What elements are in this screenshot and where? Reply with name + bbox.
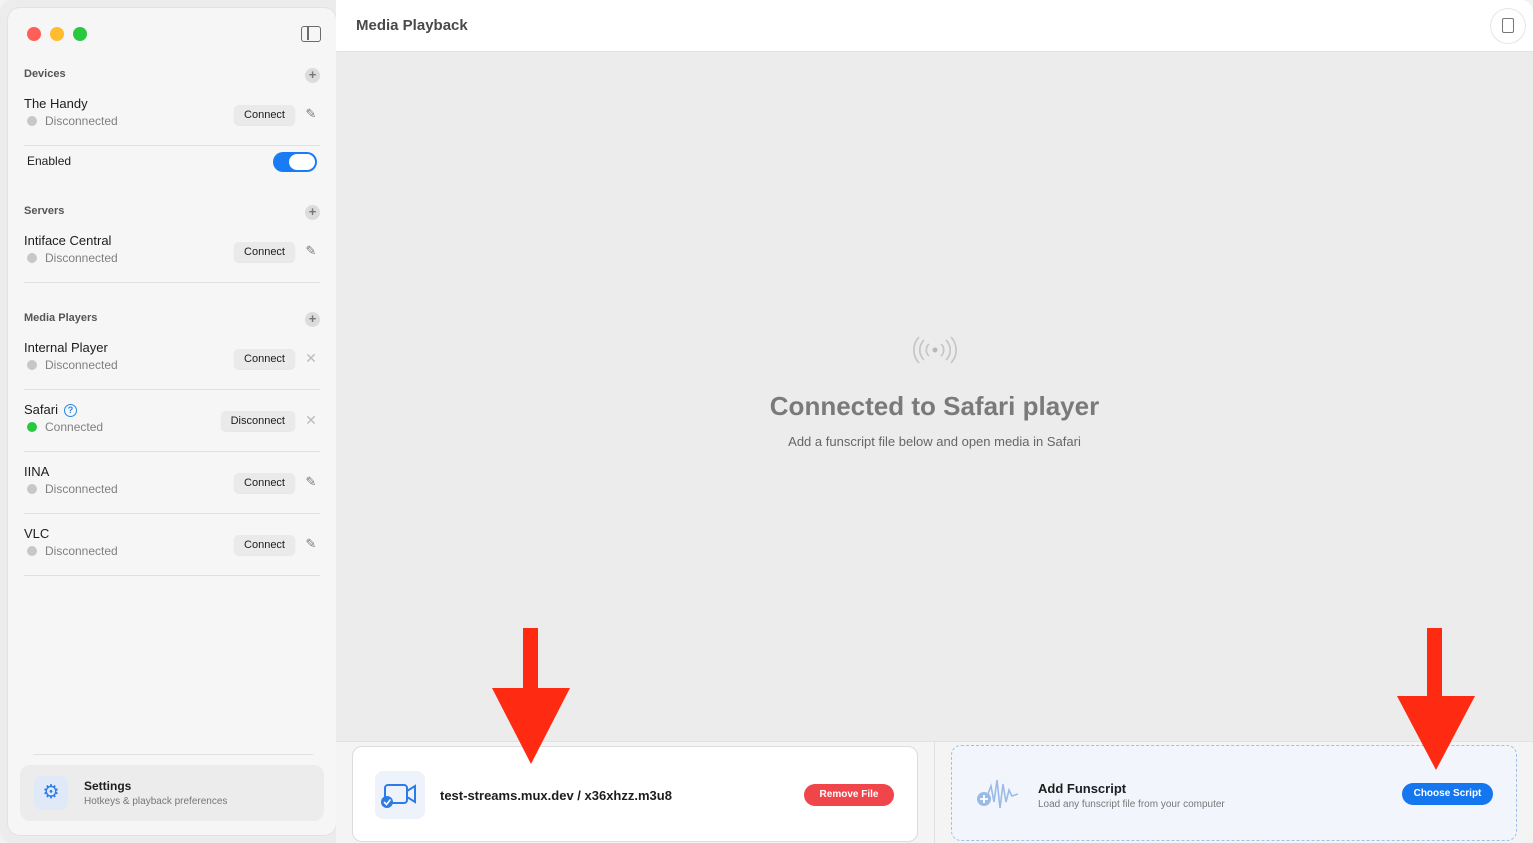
pencil-icon[interactable]: ✎	[304, 107, 318, 121]
enabled-row: Enabled	[27, 146, 320, 176]
player-name: Safari	[24, 402, 58, 417]
annotation-arrow-left	[492, 628, 570, 764]
settings-subtitle: Hotkeys & playback preferences	[84, 796, 228, 807]
status-dot	[27, 253, 37, 263]
page-title: Media Playback	[356, 17, 468, 34]
servers-section-header: Servers +	[24, 205, 320, 221]
zoom-window-button[interactable]	[73, 27, 87, 41]
pencil-icon[interactable]: ✎	[304, 537, 318, 551]
player-name: VLC	[24, 526, 50, 541]
bottom-divider	[934, 742, 935, 843]
player-status-label: Connected	[45, 420, 104, 434]
player-status-label: Disconnected	[45, 482, 118, 496]
server-item-intiface-central: Intiface Central Disconnected Connect ✎	[24, 225, 320, 283]
status-title: Connected to Safari player	[769, 391, 1100, 421]
player-name: Internal Player	[24, 340, 108, 355]
player-status: Disconnected	[27, 358, 118, 372]
pencil-icon[interactable]: ✎	[304, 244, 318, 258]
minimize-window-button[interactable]	[50, 27, 64, 41]
player-name-row: Safari?	[24, 402, 77, 417]
device-status: Disconnected	[27, 114, 118, 128]
servers-header-label: Servers	[24, 205, 65, 217]
waveform-add-icon	[977, 779, 1019, 809]
device-status-label: Disconnected	[45, 114, 118, 128]
document-search-icon	[1502, 18, 1514, 33]
player-status: Disconnected	[27, 544, 118, 558]
connect-button[interactable]: Connect	[234, 473, 295, 493]
player-status-label: Disconnected	[45, 358, 118, 372]
video-check-icon	[375, 771, 425, 819]
choose-script-button[interactable]: Choose Script	[1402, 783, 1493, 805]
sidebar-toggle-icon[interactable]	[301, 26, 321, 42]
device-item-the-handy: The Handy Disconnected Connect ✎	[24, 88, 320, 146]
connect-button[interactable]: Connect	[234, 349, 295, 369]
status-dot	[27, 116, 37, 126]
remove-file-button[interactable]: Remove File	[804, 784, 894, 806]
add-funscript-title: Add Funscript	[1038, 781, 1127, 796]
player-name: IINA	[24, 464, 50, 479]
status-dot	[27, 360, 37, 370]
device-name: The Handy	[24, 96, 88, 111]
connect-button[interactable]: Connect	[234, 535, 295, 555]
status-dot	[27, 422, 37, 432]
devices-section-header: Devices +	[24, 68, 320, 84]
server-name: Intiface Central	[24, 233, 112, 248]
devices-header-label: Devices	[24, 68, 66, 80]
gear-icon: ⚙	[34, 776, 68, 810]
player-item-safari: Safari? Connected Disconnect ✕	[24, 394, 320, 452]
enabled-toggle[interactable]	[273, 152, 317, 172]
toolbar: Media Playback	[336, 0, 1533, 52]
close-icon[interactable]: ✕	[304, 351, 318, 365]
connect-button[interactable]: Connect	[234, 242, 295, 262]
window-controls	[27, 27, 87, 41]
media-file-name: test-streams.mux.dev / x36xhzz.m3u8	[440, 788, 672, 803]
connect-button[interactable]: Connect	[234, 105, 295, 125]
sidebar: Devices + The Handy Disconnected Connect…	[8, 8, 336, 835]
status-dot	[27, 546, 37, 556]
media-players-header-label: Media Players	[24, 312, 98, 324]
disconnect-button[interactable]: Disconnect	[220, 411, 295, 431]
server-status: Disconnected	[27, 251, 118, 265]
add-funscript-subtitle: Load any funscript file from your comput…	[1038, 799, 1225, 810]
broadcast-icon	[913, 336, 957, 364]
add-device-button[interactable]: +	[305, 68, 320, 83]
status-subtitle: Add a funscript file below and open medi…	[788, 434, 1081, 449]
media-players-section-header: Media Players +	[24, 312, 320, 328]
server-status-label: Disconnected	[45, 251, 118, 265]
player-item-iina: IINA Disconnected Connect ✎	[24, 456, 320, 514]
app-window: Devices + The Handy Disconnected Connect…	[0, 0, 1533, 843]
sidebar-divider	[33, 754, 313, 755]
settings-button[interactable]: ⚙ Settings Hotkeys & playback preference…	[20, 765, 324, 821]
question-circle-icon[interactable]: ?	[63, 404, 77, 417]
add-server-button[interactable]: +	[305, 205, 320, 220]
enabled-label: Enabled	[27, 154, 72, 168]
settings-title: Settings	[84, 779, 132, 793]
inspector-button[interactable]	[1491, 9, 1525, 43]
player-status: Connected	[27, 420, 103, 434]
status-dot	[27, 484, 37, 494]
close-icon[interactable]: ✕	[304, 413, 318, 427]
add-media-player-button[interactable]: +	[305, 312, 320, 327]
close-window-button[interactable]	[27, 27, 41, 41]
media-file-card: test-streams.mux.dev / x36xhzz.m3u8 Remo…	[352, 746, 918, 842]
player-status: Disconnected	[27, 482, 118, 496]
annotation-arrow-right	[1397, 628, 1475, 770]
player-status-label: Disconnected	[45, 544, 118, 558]
pencil-icon[interactable]: ✎	[304, 475, 318, 489]
player-item-internal-player: Internal Player Disconnected Connect ✕	[24, 332, 320, 390]
player-item-vlc: VLC Disconnected Connect ✎	[24, 518, 320, 576]
